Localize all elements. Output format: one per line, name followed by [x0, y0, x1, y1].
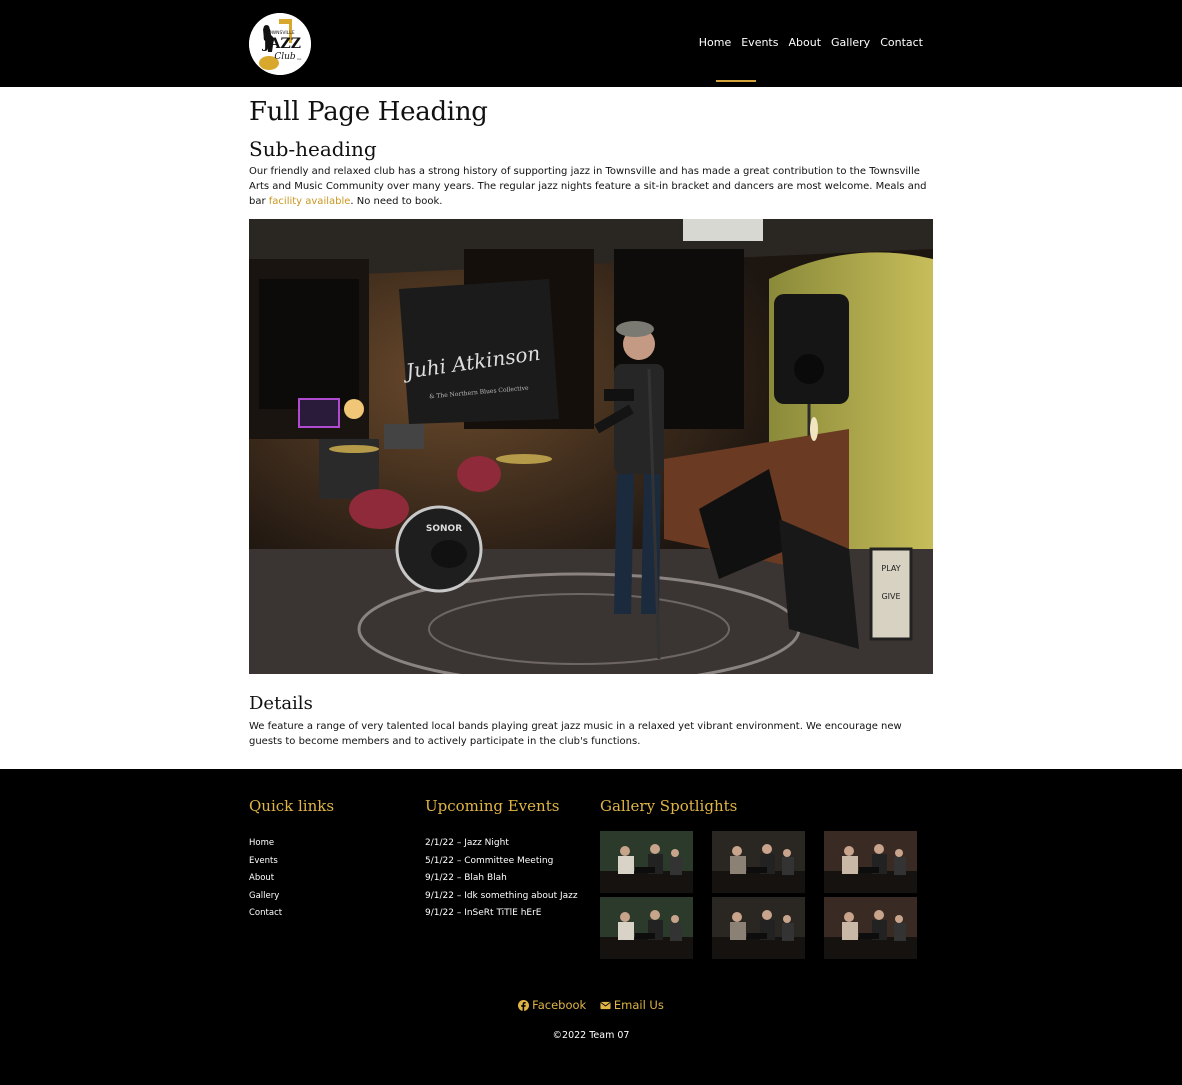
upcoming-events-title: Upcoming Events — [425, 797, 560, 815]
quick-link-item: Home — [249, 835, 282, 853]
quick-links-title: Quick links — [249, 797, 335, 815]
gallery-spotlights-title: Gallery Spotlights — [600, 797, 738, 815]
logo-text-line4: inc — [297, 57, 302, 61]
gallery-photo — [712, 897, 805, 959]
gallery-thumbnail[interactable] — [712, 831, 805, 893]
quick-link-item: Contact — [249, 905, 282, 923]
gallery-thumbnail[interactable] — [824, 831, 917, 893]
nav-link-gallery[interactable]: Gallery — [826, 36, 875, 50]
sign-text-2: GIVE — [881, 592, 900, 601]
quick-link-contact[interactable]: Contact — [249, 908, 282, 918]
logo-graphic: TOWNSVILLE JAZZ Club inc — [249, 13, 311, 75]
site-logo[interactable]: TOWNSVILLE JAZZ Club inc — [249, 13, 311, 75]
details-paragraph: We feature a range of very talented loca… — [249, 721, 902, 747]
gallery-thumbnail[interactable] — [600, 831, 693, 893]
nav-link-contact[interactable]: Contact — [875, 36, 928, 50]
logo-text-line3: Club — [274, 52, 296, 62]
gallery-thumbnails — [600, 831, 918, 959]
quick-link-item: About — [249, 870, 282, 888]
site-footer: Quick links Home Events About Gallery Contac… — [0, 769, 1182, 1085]
quick-link-about[interactable]: About — [249, 873, 274, 883]
band-stage-image: Juhi Atkinson & The Northern Blues Colle… — [249, 219, 933, 674]
event-item[interactable]: 9/1/22 – Idk something about Jazz — [425, 888, 578, 906]
page-title: Full Page Heading — [249, 97, 488, 127]
copyright-text: ©2022 Team 07 — [552, 1030, 630, 1041]
upcoming-events-list: 2/1/22 – Jazz Night 5/1/22 – Committee Me… — [425, 835, 578, 923]
drum-brand-text: SONOR — [426, 524, 462, 534]
site-header: TOWNSVILLE JAZZ Club inc Home Events About… — [0, 0, 1182, 87]
gallery-photo — [712, 831, 805, 893]
quick-links-list: Home Events About Gallery Contact — [249, 835, 282, 923]
event-item[interactable]: 9/1/22 – Blah Blah — [425, 870, 578, 888]
facebook-icon — [518, 999, 530, 1011]
logo-text-line2: JAZZ — [261, 36, 301, 52]
event-item[interactable]: 2/1/22 – Jazz Night — [425, 835, 578, 853]
gallery-thumbnail[interactable] — [600, 897, 693, 959]
active-nav-indicator — [716, 80, 756, 82]
facebook-link[interactable]: Facebook — [518, 998, 586, 1012]
sign-text-1: PLAY — [881, 564, 900, 573]
nav-link-events[interactable]: Events — [736, 36, 783, 50]
facility-link[interactable]: facility available — [269, 196, 351, 207]
quick-link-item: Gallery — [249, 888, 282, 906]
event-item[interactable]: 9/1/22 – InSeRt TiTlE hErE — [425, 905, 578, 923]
gallery-photo — [824, 831, 917, 893]
nav-link-about[interactable]: About — [783, 36, 826, 50]
email-link[interactable]: Email Us — [600, 998, 664, 1012]
gallery-photo — [824, 897, 917, 959]
quick-link-item: Events — [249, 853, 282, 871]
gallery-photo — [600, 831, 693, 893]
quick-link-home[interactable]: Home — [249, 838, 274, 848]
social-links: Facebook Email Us — [0, 998, 1182, 1014]
gallery-thumbnail[interactable] — [824, 897, 917, 959]
quick-link-events[interactable]: Events — [249, 856, 278, 866]
event-item[interactable]: 5/1/22 – Committee Meeting — [425, 853, 578, 871]
intro-paragraph: Our friendly and relaxed club has a stro… — [249, 164, 933, 209]
page: TOWNSVILLE JAZZ Club inc Home Events About… — [0, 0, 1182, 1085]
gallery-thumbnail[interactable] — [712, 897, 805, 959]
envelope-icon — [600, 1001, 611, 1009]
page-subtitle: Sub-heading — [249, 137, 377, 161]
facebook-label: Facebook — [532, 998, 587, 1012]
hero-photo: Juhi Atkinson & The Northern Blues Colle… — [249, 219, 933, 674]
gallery-photo — [600, 897, 693, 959]
quick-link-gallery[interactable]: Gallery — [249, 891, 279, 901]
main-nav: Home Events About Gallery Contact — [694, 36, 928, 50]
email-label: Email Us — [613, 998, 664, 1012]
details-heading: Details — [249, 693, 313, 714]
intro-after: . No need to book. — [350, 196, 443, 207]
nav-link-home[interactable]: Home — [694, 36, 736, 50]
